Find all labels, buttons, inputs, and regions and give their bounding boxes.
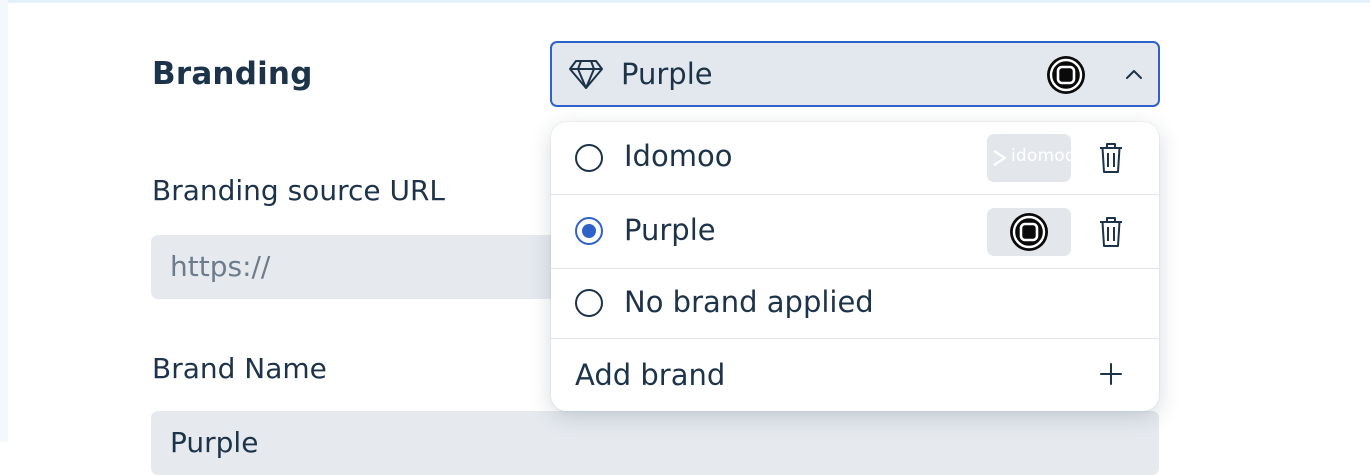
top-divider xyxy=(0,0,1370,3)
brand-name-input[interactable]: Purple xyxy=(151,411,1159,475)
left-edge xyxy=(0,0,8,442)
option-label: No brand applied xyxy=(624,285,874,319)
plus-icon[interactable] xyxy=(1100,363,1122,385)
trash-icon[interactable] xyxy=(1099,216,1123,248)
radio-button-checked[interactable] xyxy=(575,217,603,245)
branding-source-url-label: Branding source URL xyxy=(152,174,446,207)
play-icon xyxy=(993,149,1007,167)
branding-dropdown-menu: Idomoo idomoo Purple No brand applied Ad… xyxy=(551,122,1159,411)
add-brand-row[interactable]: Add brand xyxy=(551,339,1159,411)
purple-logo-icon xyxy=(1010,213,1048,251)
chevron-up-icon[interactable] xyxy=(1124,67,1144,81)
brand-name-label: Brand Name xyxy=(152,352,327,385)
branding-source-url-input[interactable]: https:// xyxy=(151,235,571,299)
purple-logo-chip xyxy=(987,208,1071,256)
radio-button[interactable] xyxy=(575,144,603,172)
add-brand-label: Add brand xyxy=(575,358,726,392)
dropdown-option-no-brand[interactable]: No brand applied xyxy=(551,269,1159,339)
idomoo-logo-chip: idomoo xyxy=(987,134,1075,182)
trash-icon[interactable] xyxy=(1099,142,1123,174)
radio-button[interactable] xyxy=(575,289,603,317)
selected-brand-value: Purple xyxy=(621,57,713,91)
option-label: Purple xyxy=(624,213,716,247)
option-label: Idomoo xyxy=(624,139,733,173)
dropdown-option-purple[interactable]: Purple xyxy=(551,195,1159,269)
dropdown-option-idomoo[interactable]: Idomoo idomoo xyxy=(551,122,1159,195)
idomoo-logo-text: idomoo xyxy=(1011,146,1076,166)
branding-heading: Branding xyxy=(152,56,313,92)
diamond-icon xyxy=(569,60,603,89)
purple-logo-icon xyxy=(1047,56,1085,94)
branding-select[interactable]: Purple xyxy=(550,41,1160,107)
